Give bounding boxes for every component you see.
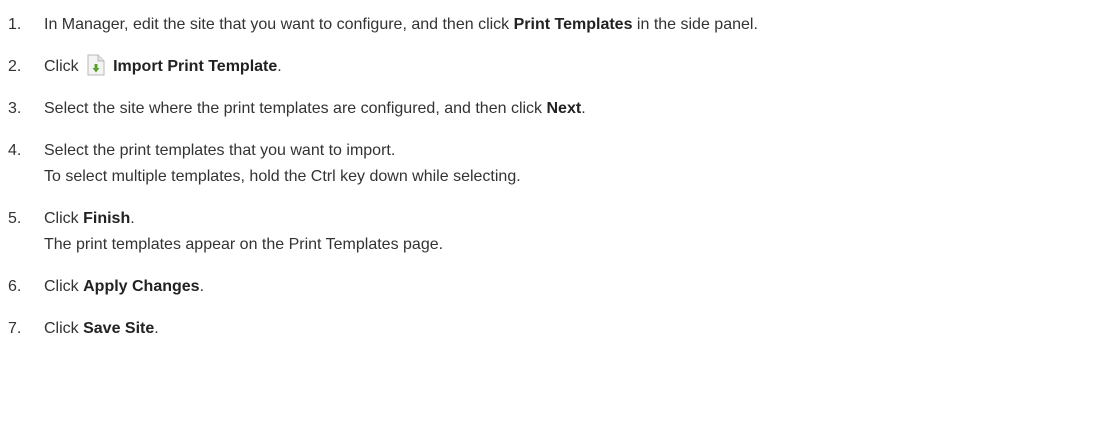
step-text: In Manager, edit the site that you want … — [44, 16, 758, 33]
step-4: 4. Select the print templates that you w… — [8, 138, 1112, 190]
step-number: 6. — [8, 278, 22, 295]
step-text: Select the site where the print template… — [44, 100, 586, 117]
step-2: 2. Click Import Print Template. — [8, 54, 1112, 80]
step-6: 6. Click Apply Changes. — [8, 274, 1112, 300]
ui-term: Save Site — [83, 320, 155, 337]
step-7: 7. Click Save Site. — [8, 316, 1112, 342]
step-note: To select multiple templates, hold the C… — [44, 168, 521, 185]
step-text: Click Save Site. — [44, 320, 159, 337]
import-document-icon — [87, 54, 105, 76]
step-number: 1. — [8, 16, 22, 33]
step-3: 3. Select the site where the print templ… — [8, 96, 1112, 122]
step-number: 3. — [8, 100, 22, 117]
step-number: 7. — [8, 320, 22, 337]
step-text: Click Import Print Template. — [44, 54, 282, 80]
ui-term: Next — [546, 100, 582, 117]
ui-term: Print Templates — [513, 16, 633, 33]
ui-term: Import Print Template — [113, 58, 278, 75]
ui-term: Finish — [83, 210, 131, 227]
step-1: 1. In Manager, edit the site that you wa… — [8, 12, 1112, 38]
step-text: Click Finish. — [44, 210, 135, 227]
ui-term: Apply Changes — [83, 278, 200, 295]
step-text: Click Apply Changes. — [44, 278, 205, 295]
step-number: 2. — [8, 58, 22, 75]
step-text: Select the print templates that you want… — [44, 142, 396, 159]
step-note: The print templates appear on the Print … — [44, 236, 444, 253]
step-number: 5. — [8, 210, 22, 227]
step-number: 4. — [8, 142, 22, 159]
instruction-steps: 1. In Manager, edit the site that you wa… — [0, 0, 1112, 342]
step-5: 5. Click Finish. The print templates app… — [8, 206, 1112, 258]
